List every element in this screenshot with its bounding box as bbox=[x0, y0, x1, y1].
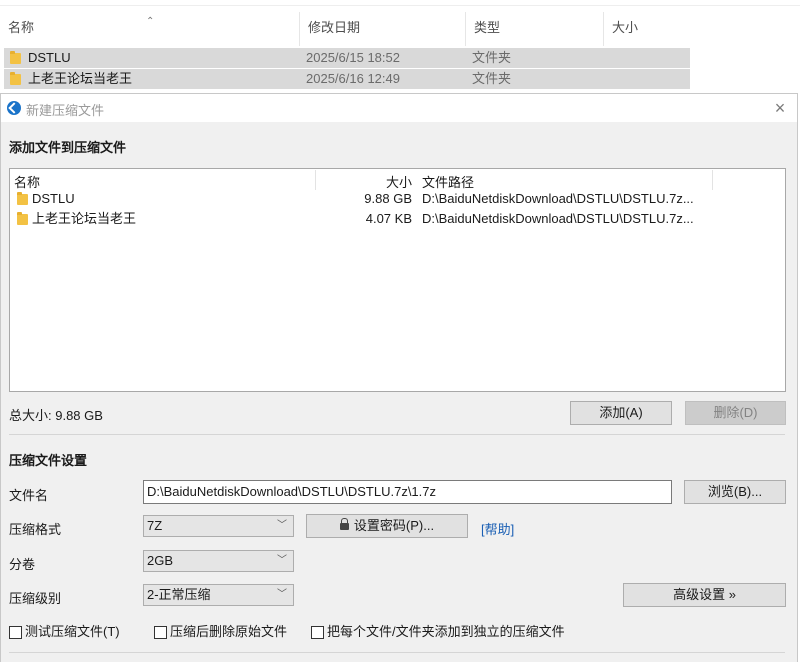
file-row[interactable]: DSTLU 9.88 GB D:\BaiduNetdiskDownload\DS… bbox=[10, 189, 785, 209]
level-value: 2-正常压缩 bbox=[147, 587, 211, 602]
explorer-row[interactable]: DSTLU 2025/6/15 18:52 文件夹 bbox=[4, 48, 690, 68]
folder-icon bbox=[17, 212, 28, 225]
column-type-label: 类型 bbox=[474, 20, 501, 35]
chevron-down-icon: ﹀ bbox=[277, 555, 287, 566]
row-name: 上老王论坛当老王 bbox=[28, 71, 133, 86]
volume-value: 2GB bbox=[147, 553, 174, 568]
file-size: 9.88 GB bbox=[364, 191, 412, 206]
advanced-settings-button[interactable]: 高级设置 » bbox=[623, 583, 786, 607]
archive-settings-heading: 压缩文件设置 bbox=[9, 453, 88, 468]
close-button[interactable]: × bbox=[767, 96, 793, 120]
row-name: DSTLU bbox=[28, 50, 71, 65]
add-files-heading: 添加文件到压缩文件 bbox=[9, 140, 127, 155]
checkbox-label: 压缩后删除原始文件 bbox=[170, 624, 288, 639]
file-name: 上老王论坛当老王 bbox=[32, 211, 137, 226]
column-modified[interactable]: 修改日期 bbox=[300, 12, 466, 46]
lock-icon bbox=[339, 518, 349, 530]
header-divider bbox=[315, 170, 316, 190]
column-size-label: 大小 bbox=[612, 20, 639, 35]
level-label: 压缩级别 bbox=[9, 591, 62, 606]
file-name: DSTLU bbox=[32, 191, 75, 206]
dialog-titlebar: 新建压缩文件 × bbox=[1, 94, 797, 122]
new-archive-dialog: 新建压缩文件 × 添加文件到压缩文件 名称 大小 文件路径 DSTLU 9.88… bbox=[0, 93, 798, 662]
row-type: 文件夹 bbox=[472, 71, 512, 86]
checkbox-box[interactable] bbox=[154, 626, 167, 639]
file-list-header: 名称 大小 文件路径 bbox=[10, 169, 785, 191]
dialog-title: 新建压缩文件 bbox=[26, 103, 105, 118]
chevron-down-icon: ﹀ bbox=[277, 589, 287, 600]
file-list[interactable]: 名称 大小 文件路径 DSTLU 9.88 GB D:\BaiduNetdisk… bbox=[9, 168, 786, 392]
folder-icon bbox=[10, 51, 21, 64]
file-row[interactable]: 上老王论坛当老王 4.07 KB D:\BaiduNetdiskDownload… bbox=[10, 209, 785, 229]
checkbox-box[interactable] bbox=[311, 626, 324, 639]
row-type: 文件夹 bbox=[472, 50, 512, 65]
file-path: D:\BaiduNetdiskDownload\DSTLU\DSTLU.7z..… bbox=[422, 191, 694, 206]
browse-button[interactable]: 浏览(B)... bbox=[684, 480, 786, 504]
checkbox-label: 测试压缩文件(T) bbox=[25, 624, 120, 639]
folder-icon bbox=[17, 192, 28, 205]
chevron-down-icon: ﹀ bbox=[277, 520, 287, 531]
sort-ascending-icon: ⌃ bbox=[146, 16, 155, 27]
column-modified-label: 修改日期 bbox=[308, 20, 361, 35]
row-modified: 2025/6/15 18:52 bbox=[306, 50, 400, 65]
folder-icon bbox=[10, 72, 21, 85]
format-value: 7Z bbox=[147, 518, 163, 533]
header-divider bbox=[712, 170, 713, 190]
file-path: D:\BaiduNetdiskDownload\DSTLU\DSTLU.7z..… bbox=[422, 211, 694, 226]
add-button[interactable]: 添加(A) bbox=[570, 401, 672, 425]
row-modified: 2025/6/16 12:49 bbox=[306, 71, 400, 86]
total-size: 总大小: 9.88 GB bbox=[9, 408, 103, 423]
column-name[interactable]: 名称 ⌃ bbox=[0, 12, 300, 46]
divider bbox=[9, 652, 785, 653]
level-select[interactable]: 2-正常压缩 ﹀ bbox=[143, 584, 294, 606]
explorer-column-header: 名称 ⌃ 修改日期 类型 大小 bbox=[0, 12, 690, 46]
checkbox-label: 把每个文件/文件夹添加到独立的压缩文件 bbox=[327, 624, 565, 639]
volume-select[interactable]: 2GB ﹀ bbox=[143, 550, 294, 572]
divider bbox=[9, 434, 785, 435]
checkbox-box[interactable] bbox=[9, 626, 22, 639]
file-size: 4.07 KB bbox=[365, 211, 412, 226]
set-password-label: 设置密码(P)... bbox=[353, 518, 435, 533]
filename-input[interactable]: D:\BaiduNetdiskDownload\DSTLU\DSTLU.7z\1… bbox=[143, 480, 672, 504]
format-select[interactable]: 7Z ﹀ bbox=[143, 515, 294, 537]
column-name-label: 名称 bbox=[8, 20, 35, 35]
app-logo-icon bbox=[7, 101, 21, 115]
explorer-row[interactable]: 上老王论坛当老王 2025/6/16 12:49 文件夹 bbox=[4, 69, 690, 89]
format-label: 压缩格式 bbox=[9, 522, 62, 537]
volume-label: 分卷 bbox=[9, 557, 36, 572]
filename-label: 文件名 bbox=[9, 488, 49, 503]
column-type[interactable]: 类型 bbox=[466, 12, 604, 46]
breadcrumb bbox=[0, 0, 800, 6]
explorer-window: 名称 ⌃ 修改日期 类型 大小 DSTLU 2025/6/15 18:52 文件… bbox=[0, 0, 800, 93]
delete-button[interactable]: 删除(D) bbox=[685, 401, 786, 425]
column-size[interactable]: 大小 bbox=[604, 12, 690, 46]
help-link[interactable]: [帮助] bbox=[481, 519, 514, 538]
set-password-button[interactable]: 设置密码(P)... bbox=[306, 514, 468, 538]
